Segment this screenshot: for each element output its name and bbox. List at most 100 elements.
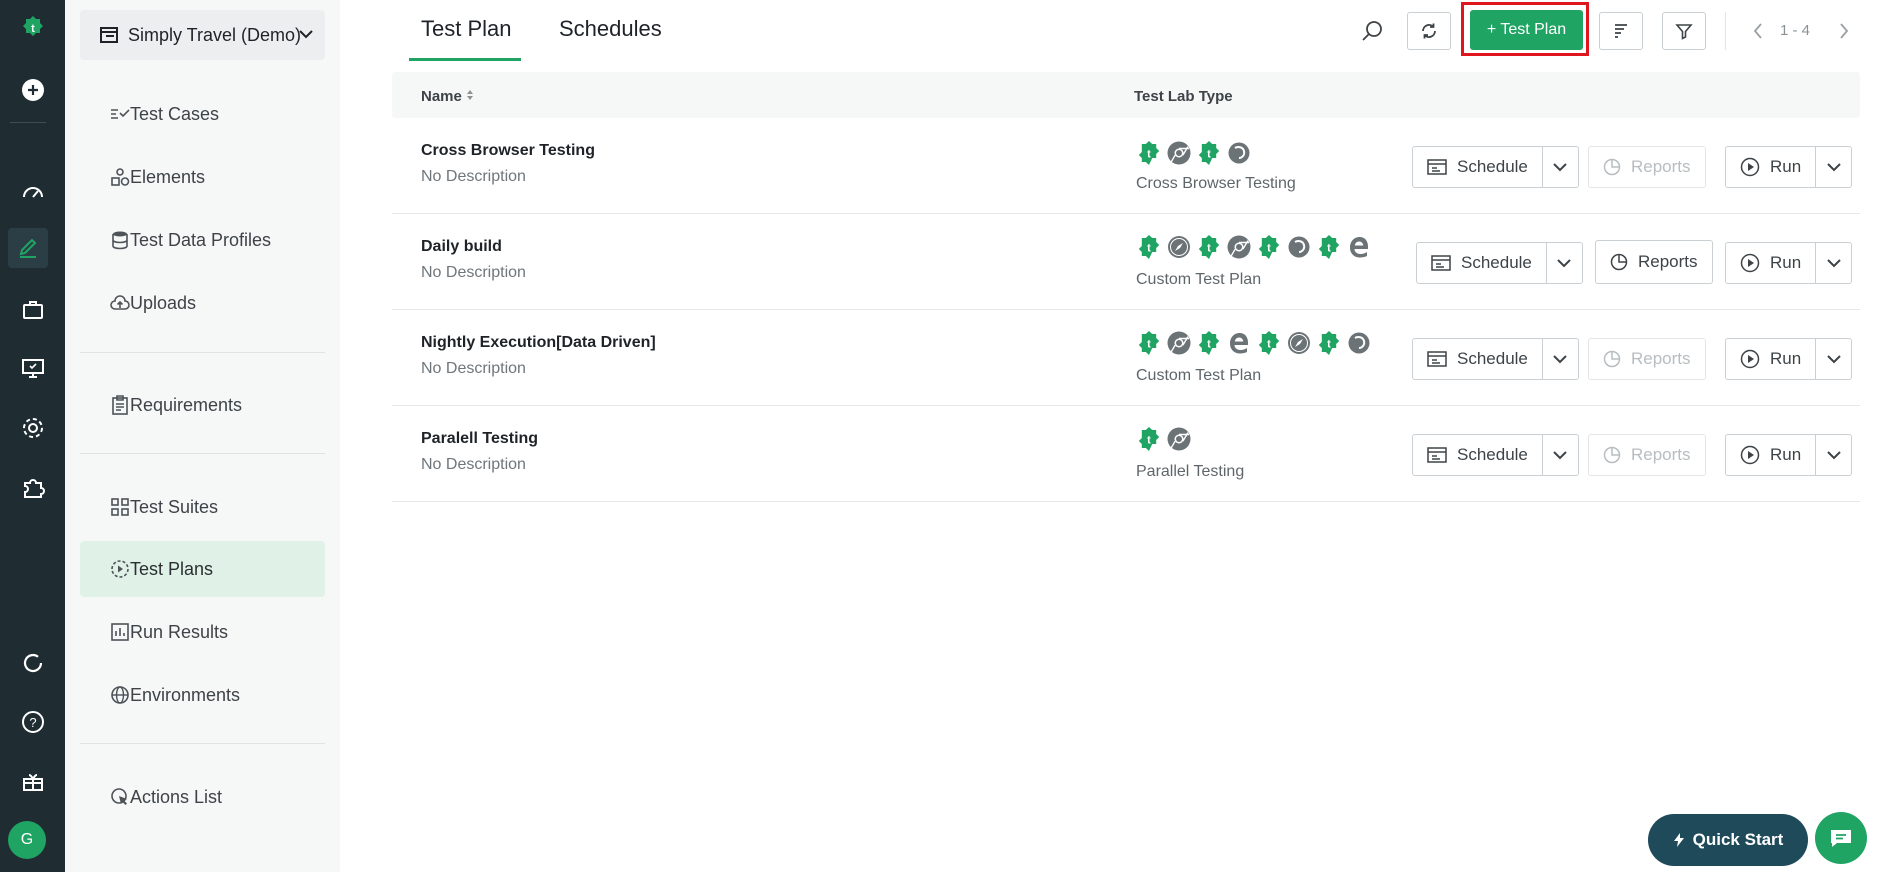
pie-chart-icon xyxy=(1603,158,1621,176)
tab-schedules[interactable]: Schedules xyxy=(559,16,662,42)
chevron-down-icon xyxy=(299,30,313,39)
run-button-group[interactable]: Run xyxy=(1725,338,1853,380)
cursor-click-icon xyxy=(111,788,127,805)
svg-text:t: t xyxy=(31,23,35,35)
edge-icon xyxy=(1230,333,1248,354)
sidebar-item-uploads[interactable]: Uploads xyxy=(80,275,325,331)
table-row[interactable]: Paralell Testing No Description Parallel… xyxy=(392,406,1860,502)
schedule-button[interactable]: Schedule xyxy=(1413,339,1542,379)
schedule-button[interactable]: Schedule xyxy=(1417,243,1546,283)
schedule-dropdown-toggle[interactable] xyxy=(1545,243,1582,283)
reports-button[interactable]: Reports xyxy=(1588,146,1706,188)
column-header-name[interactable]: Name xyxy=(421,88,474,105)
sync-circle-icon[interactable] xyxy=(0,641,65,685)
table-row[interactable]: Cross Browser Testing No Description Cro… xyxy=(392,118,1860,214)
reports-button[interactable]: Reports xyxy=(1588,434,1706,476)
prev-page-icon[interactable] xyxy=(1752,22,1764,45)
schedule-button[interactable]: Schedule xyxy=(1413,435,1542,475)
bar-chart-icon xyxy=(111,623,129,641)
browser-icons xyxy=(1136,140,1252,166)
table-header xyxy=(392,72,1860,118)
schedule-button-group[interactable]: Schedule xyxy=(1412,146,1579,188)
tab-test-plan[interactable]: Test Plan xyxy=(421,16,512,42)
add-icon[interactable] xyxy=(0,68,65,112)
testsigma-logo-icon[interactable]: t xyxy=(0,6,65,50)
schedule-dropdown-toggle[interactable] xyxy=(1541,339,1578,379)
test-plan-name[interactable]: Nightly Execution[Data Driven] xyxy=(421,334,656,352)
schedule-button-group[interactable]: Schedule xyxy=(1412,434,1579,476)
schedule-dropdown-toggle[interactable] xyxy=(1541,435,1578,475)
sidebar-item-run-results[interactable]: Run Results xyxy=(80,604,325,660)
schedule-button[interactable]: Schedule xyxy=(1413,147,1542,187)
test-plan-name[interactable]: Paralell Testing xyxy=(421,430,538,448)
schedule-dropdown-toggle[interactable] xyxy=(1541,147,1578,187)
sidebar: Simply Travel (Demo) Test Cases Elements… xyxy=(65,0,340,872)
test-lab-type: Custom Test Plan xyxy=(1136,271,1262,288)
settings-gear-icon[interactable] xyxy=(0,406,65,450)
testsigma-lab-icon xyxy=(1198,331,1220,355)
left-rail: t ? G xyxy=(0,0,65,872)
run-button[interactable]: Run xyxy=(1726,339,1815,379)
device-lab-icon[interactable] xyxy=(0,346,65,390)
sidebar-item-environments[interactable]: Environments xyxy=(80,667,325,723)
quick-start-button[interactable]: Quick Start xyxy=(1648,814,1808,866)
schedule-label: Schedule xyxy=(1457,349,1528,368)
test-plan-name[interactable]: Daily build xyxy=(421,238,502,256)
calendar-icon xyxy=(1427,159,1447,175)
sidebar-divider xyxy=(80,743,325,744)
chat-button[interactable] xyxy=(1815,812,1867,864)
run-button-group[interactable]: Run xyxy=(1725,242,1853,284)
sidebar-item-elements[interactable]: Elements xyxy=(80,149,325,205)
run-button[interactable]: Run xyxy=(1726,243,1815,283)
addons-puzzle-icon[interactable] xyxy=(0,466,65,510)
chevron-down-icon xyxy=(1826,451,1841,460)
sidebar-item-test-cases[interactable]: Test Cases xyxy=(80,86,325,142)
sidebar-item-label: Test Data Profiles xyxy=(130,229,272,250)
browser-icons xyxy=(1136,234,1372,260)
briefcase-icon[interactable] xyxy=(0,288,65,332)
filter-button[interactable] xyxy=(1662,12,1706,50)
search-icon[interactable] xyxy=(1360,18,1386,44)
table-row[interactable]: Daily build No Description Custom Test P… xyxy=(392,214,1860,310)
reports-button[interactable]: Reports xyxy=(1595,240,1713,284)
sidebar-item-test-plans[interactable]: Test Plans xyxy=(80,541,325,597)
dashboard-icon[interactable] xyxy=(0,170,65,214)
reports-button[interactable]: Reports xyxy=(1588,338,1706,380)
run-dropdown-toggle[interactable] xyxy=(1815,147,1851,187)
sidebar-item-test-suites[interactable]: Test Suites xyxy=(80,479,325,535)
run-button[interactable]: Run xyxy=(1726,147,1815,187)
sidebar-item-actions-list[interactable]: Actions List xyxy=(80,769,325,825)
test-plan-name[interactable]: Cross Browser Testing xyxy=(421,142,595,160)
sidebar-item-label: Test Cases xyxy=(130,103,220,124)
refresh-button[interactable] xyxy=(1407,12,1451,50)
sort-button[interactable] xyxy=(1599,12,1643,50)
clipboard-icon xyxy=(112,395,128,415)
schedule-button-group[interactable]: Schedule xyxy=(1416,242,1583,284)
calendar-icon xyxy=(1431,255,1451,271)
schedule-button-group[interactable]: Schedule xyxy=(1412,338,1579,380)
sidebar-item-label: Environments xyxy=(130,684,241,705)
run-dropdown-toggle[interactable] xyxy=(1815,339,1851,379)
firefox-icon xyxy=(1287,235,1311,259)
sidebar-item-test-data-profiles[interactable]: Test Data Profiles xyxy=(80,212,325,268)
project-selector[interactable]: Simply Travel (Demo) xyxy=(80,10,325,60)
next-page-icon[interactable] xyxy=(1838,22,1850,45)
run-dropdown-toggle[interactable] xyxy=(1815,435,1851,475)
sidebar-item-label: Test Suites xyxy=(130,496,219,517)
calendar-icon xyxy=(1427,351,1447,367)
reports-label: Reports xyxy=(1631,349,1691,368)
run-label: Run xyxy=(1770,253,1802,272)
run-button-group[interactable]: Run xyxy=(1725,434,1853,476)
create-edit-icon[interactable] xyxy=(8,228,48,268)
run-button-group[interactable]: Run xyxy=(1725,146,1853,188)
help-icon[interactable]: ? xyxy=(0,700,65,744)
highlight-box xyxy=(1461,2,1589,56)
user-avatar[interactable]: G xyxy=(8,821,46,859)
run-dropdown-toggle[interactable] xyxy=(1815,243,1851,283)
table-row[interactable]: Nightly Execution[Data Driven] No Descri… xyxy=(392,310,1860,406)
run-button[interactable]: Run xyxy=(1726,435,1815,475)
gift-icon[interactable] xyxy=(0,760,65,804)
sort-icon xyxy=(1615,24,1627,38)
run-label: Run xyxy=(1770,157,1802,176)
sidebar-item-requirements[interactable]: Requirements xyxy=(80,377,325,433)
